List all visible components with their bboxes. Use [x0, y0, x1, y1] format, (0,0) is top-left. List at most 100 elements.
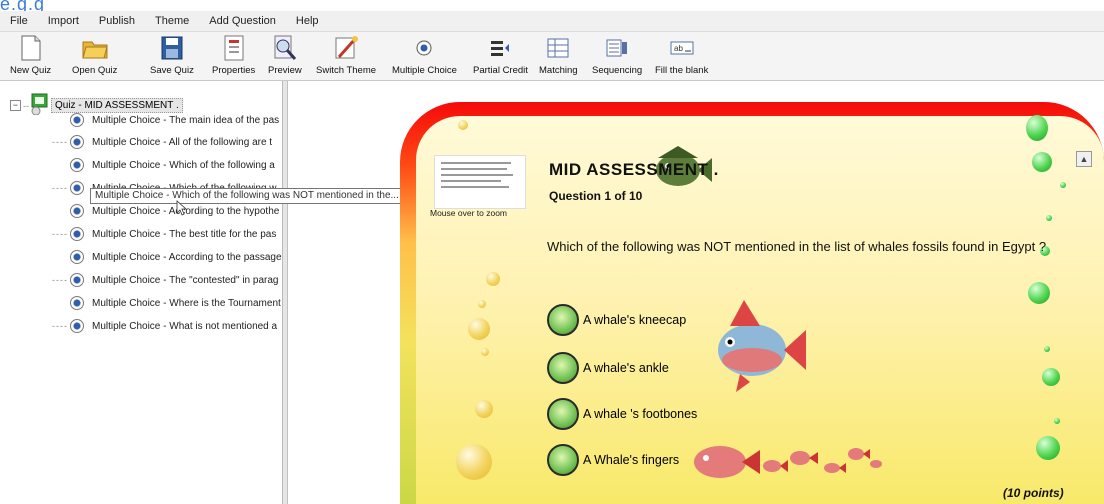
- mouse-cursor-icon: [176, 200, 188, 219]
- tree-item-question[interactable]: Multiple Choice - The main idea of the p…: [70, 110, 279, 130]
- bubble-decoration: [468, 318, 490, 340]
- tree-item-question[interactable]: ---- Multiple Choice - All of the followi…: [52, 132, 272, 152]
- floppy-disk-icon: [159, 35, 185, 61]
- tree-item-question[interactable]: ---- Multiple Choice - The best title for…: [52, 224, 276, 244]
- partial-credit-button[interactable]: Partial Credit: [473, 35, 528, 77]
- green-bubble-decoration: [1044, 346, 1050, 352]
- question-points: (10 points): [1003, 486, 1064, 500]
- answer-radio-button[interactable]: [547, 398, 579, 430]
- folder-icon: [82, 35, 108, 61]
- multiple-choice-icon: [70, 227, 84, 241]
- tree-connector: ----: [52, 229, 68, 239]
- answer-label: A whale's ankle: [583, 361, 669, 375]
- tree-item-question[interactable]: Multiple Choice - Which of the following…: [70, 155, 275, 175]
- pink-fish-icon: [718, 300, 806, 392]
- quiz-icon: [29, 93, 49, 118]
- tree-item-label: Multiple Choice - Which of the following…: [92, 159, 275, 171]
- multiple-choice-button[interactable]: Multiple Choice: [392, 35, 457, 77]
- bubble-decoration: [478, 300, 486, 308]
- tree-item-tooltip: Multiple Choice - Which of the following…: [90, 188, 410, 204]
- matching-button[interactable]: Matching: [539, 35, 578, 77]
- answer-label: A whale's kneecap: [583, 313, 687, 327]
- save-quiz-button[interactable]: Save Quiz: [150, 35, 194, 77]
- menu-import[interactable]: Import: [38, 15, 89, 27]
- green-bubble-decoration: [1026, 115, 1048, 141]
- tree-item-question[interactable]: Multiple Choice - Where is the Tournamen…: [70, 293, 281, 313]
- tree-item-label: Multiple Choice - The "contested" in par…: [92, 274, 279, 286]
- new-document-icon: [18, 35, 44, 61]
- tree-connector: ----: [52, 321, 68, 331]
- menu-publish[interactable]: Publish: [89, 15, 145, 27]
- bubble-decoration: [475, 400, 493, 418]
- matching-grid-icon: [545, 35, 571, 61]
- properties-icon: [221, 35, 247, 61]
- multiple-choice-icon: [70, 135, 84, 149]
- question-tree-pane: − -- Quiz - MID ASSESSMENT . Multiple Ch…: [0, 81, 283, 504]
- multiple-choice-icon: [70, 158, 84, 172]
- answer-label: A Whale's fingers: [583, 453, 680, 467]
- menu-theme[interactable]: Theme: [145, 15, 199, 27]
- scroll-up-arrow-icon[interactable]: ▲: [1076, 151, 1092, 167]
- bubble-decoration: [481, 348, 489, 356]
- answer-label: A whale 's footbones: [583, 407, 698, 421]
- radio-button-icon: [411, 35, 437, 61]
- bubble-decoration: [458, 120, 468, 130]
- menu-bar: File Import Publish Theme Add Question H…: [0, 11, 1104, 32]
- open-quiz-button[interactable]: Open Quiz: [72, 35, 117, 77]
- quiz-thumbnail[interactable]: [434, 155, 526, 209]
- theme-wand-icon: [333, 35, 359, 61]
- small-fish-school-icon: [694, 446, 882, 478]
- green-bubble-decoration: [1054, 418, 1060, 424]
- multiple-choice-icon: [70, 181, 84, 195]
- tree-connector: ----: [52, 183, 68, 193]
- answer-option-3[interactable]: A whale 's footbones: [547, 396, 697, 432]
- tree-item-question[interactable]: ---- Multiple Choice - The "contested" in…: [52, 270, 278, 290]
- answer-option-1[interactable]: A whale's kneecap: [547, 302, 686, 338]
- answer-radio-button[interactable]: [547, 304, 579, 336]
- question-text: Which of the following was NOT mentioned…: [547, 239, 1047, 254]
- green-bubble-decoration: [1046, 215, 1052, 221]
- tree-item-question[interactable]: Multiple Choice - According to the passa…: [70, 247, 282, 267]
- menu-help[interactable]: Help: [286, 15, 329, 27]
- thumbnail-caption: Mouse over to zoom: [430, 208, 508, 218]
- quiz-title: MID ASSESSMENT .: [549, 160, 719, 179]
- sequencing-icon: [604, 35, 630, 61]
- magnifier-icon: [272, 35, 298, 61]
- multiple-choice-icon: [70, 296, 84, 310]
- menu-file[interactable]: File: [0, 15, 38, 27]
- multiple-choice-icon: [70, 273, 84, 287]
- answer-option-4[interactable]: A Whale's fingers: [547, 442, 679, 478]
- tree-item-label: Multiple Choice - All of the following a…: [92, 136, 273, 148]
- tree-connector: ----: [52, 137, 68, 147]
- green-bubble-decoration: [1036, 436, 1060, 460]
- properties-button[interactable]: Properties: [212, 35, 255, 77]
- fill-the-blank-button[interactable]: ab Fill the blank: [655, 35, 708, 77]
- green-bubble-decoration: [1042, 368, 1060, 386]
- answer-radio-button[interactable]: [547, 444, 579, 476]
- sequencing-button[interactable]: Sequencing: [592, 35, 642, 77]
- tree-item-label: Multiple Choice - The best title for the…: [92, 228, 277, 240]
- tree-item-question[interactable]: Multiple Choice - According to the hypot…: [70, 201, 279, 221]
- answer-option-2[interactable]: A whale's ankle: [547, 350, 669, 386]
- green-bubble-decoration: [1032, 152, 1052, 172]
- collapse-icon[interactable]: −: [10, 100, 21, 111]
- tree-item-question[interactable]: ---- Multiple Choice - What is not mentio…: [52, 316, 277, 336]
- tree-item-label: Multiple Choice - What is not mentioned …: [92, 320, 278, 332]
- question-counter: Question 1 of 10: [549, 189, 643, 203]
- toolbar: New Quiz Open Quiz Save Quiz Properties …: [0, 32, 1104, 81]
- switch-theme-button[interactable]: Switch Theme: [316, 35, 376, 77]
- preview-button[interactable]: Preview: [268, 35, 302, 77]
- multiple-choice-icon: [70, 319, 84, 333]
- new-quiz-button[interactable]: New Quiz: [10, 35, 51, 77]
- bubble-decoration: [486, 272, 500, 286]
- tree-item-label: Multiple Choice - Where is the Tournamen…: [92, 297, 281, 309]
- tree-item-label: Multiple Choice - According to the passa…: [92, 251, 282, 263]
- partial-credit-icon: [487, 35, 513, 61]
- pane-splitter[interactable]: [283, 81, 288, 504]
- green-bubble-decoration: [1060, 182, 1066, 188]
- tree-connector: ----: [52, 275, 68, 285]
- multiple-choice-icon: [70, 250, 84, 264]
- svg-text:ab: ab: [674, 44, 683, 53]
- menu-add-question[interactable]: Add Question: [199, 15, 286, 27]
- answer-radio-button[interactable]: [547, 352, 579, 384]
